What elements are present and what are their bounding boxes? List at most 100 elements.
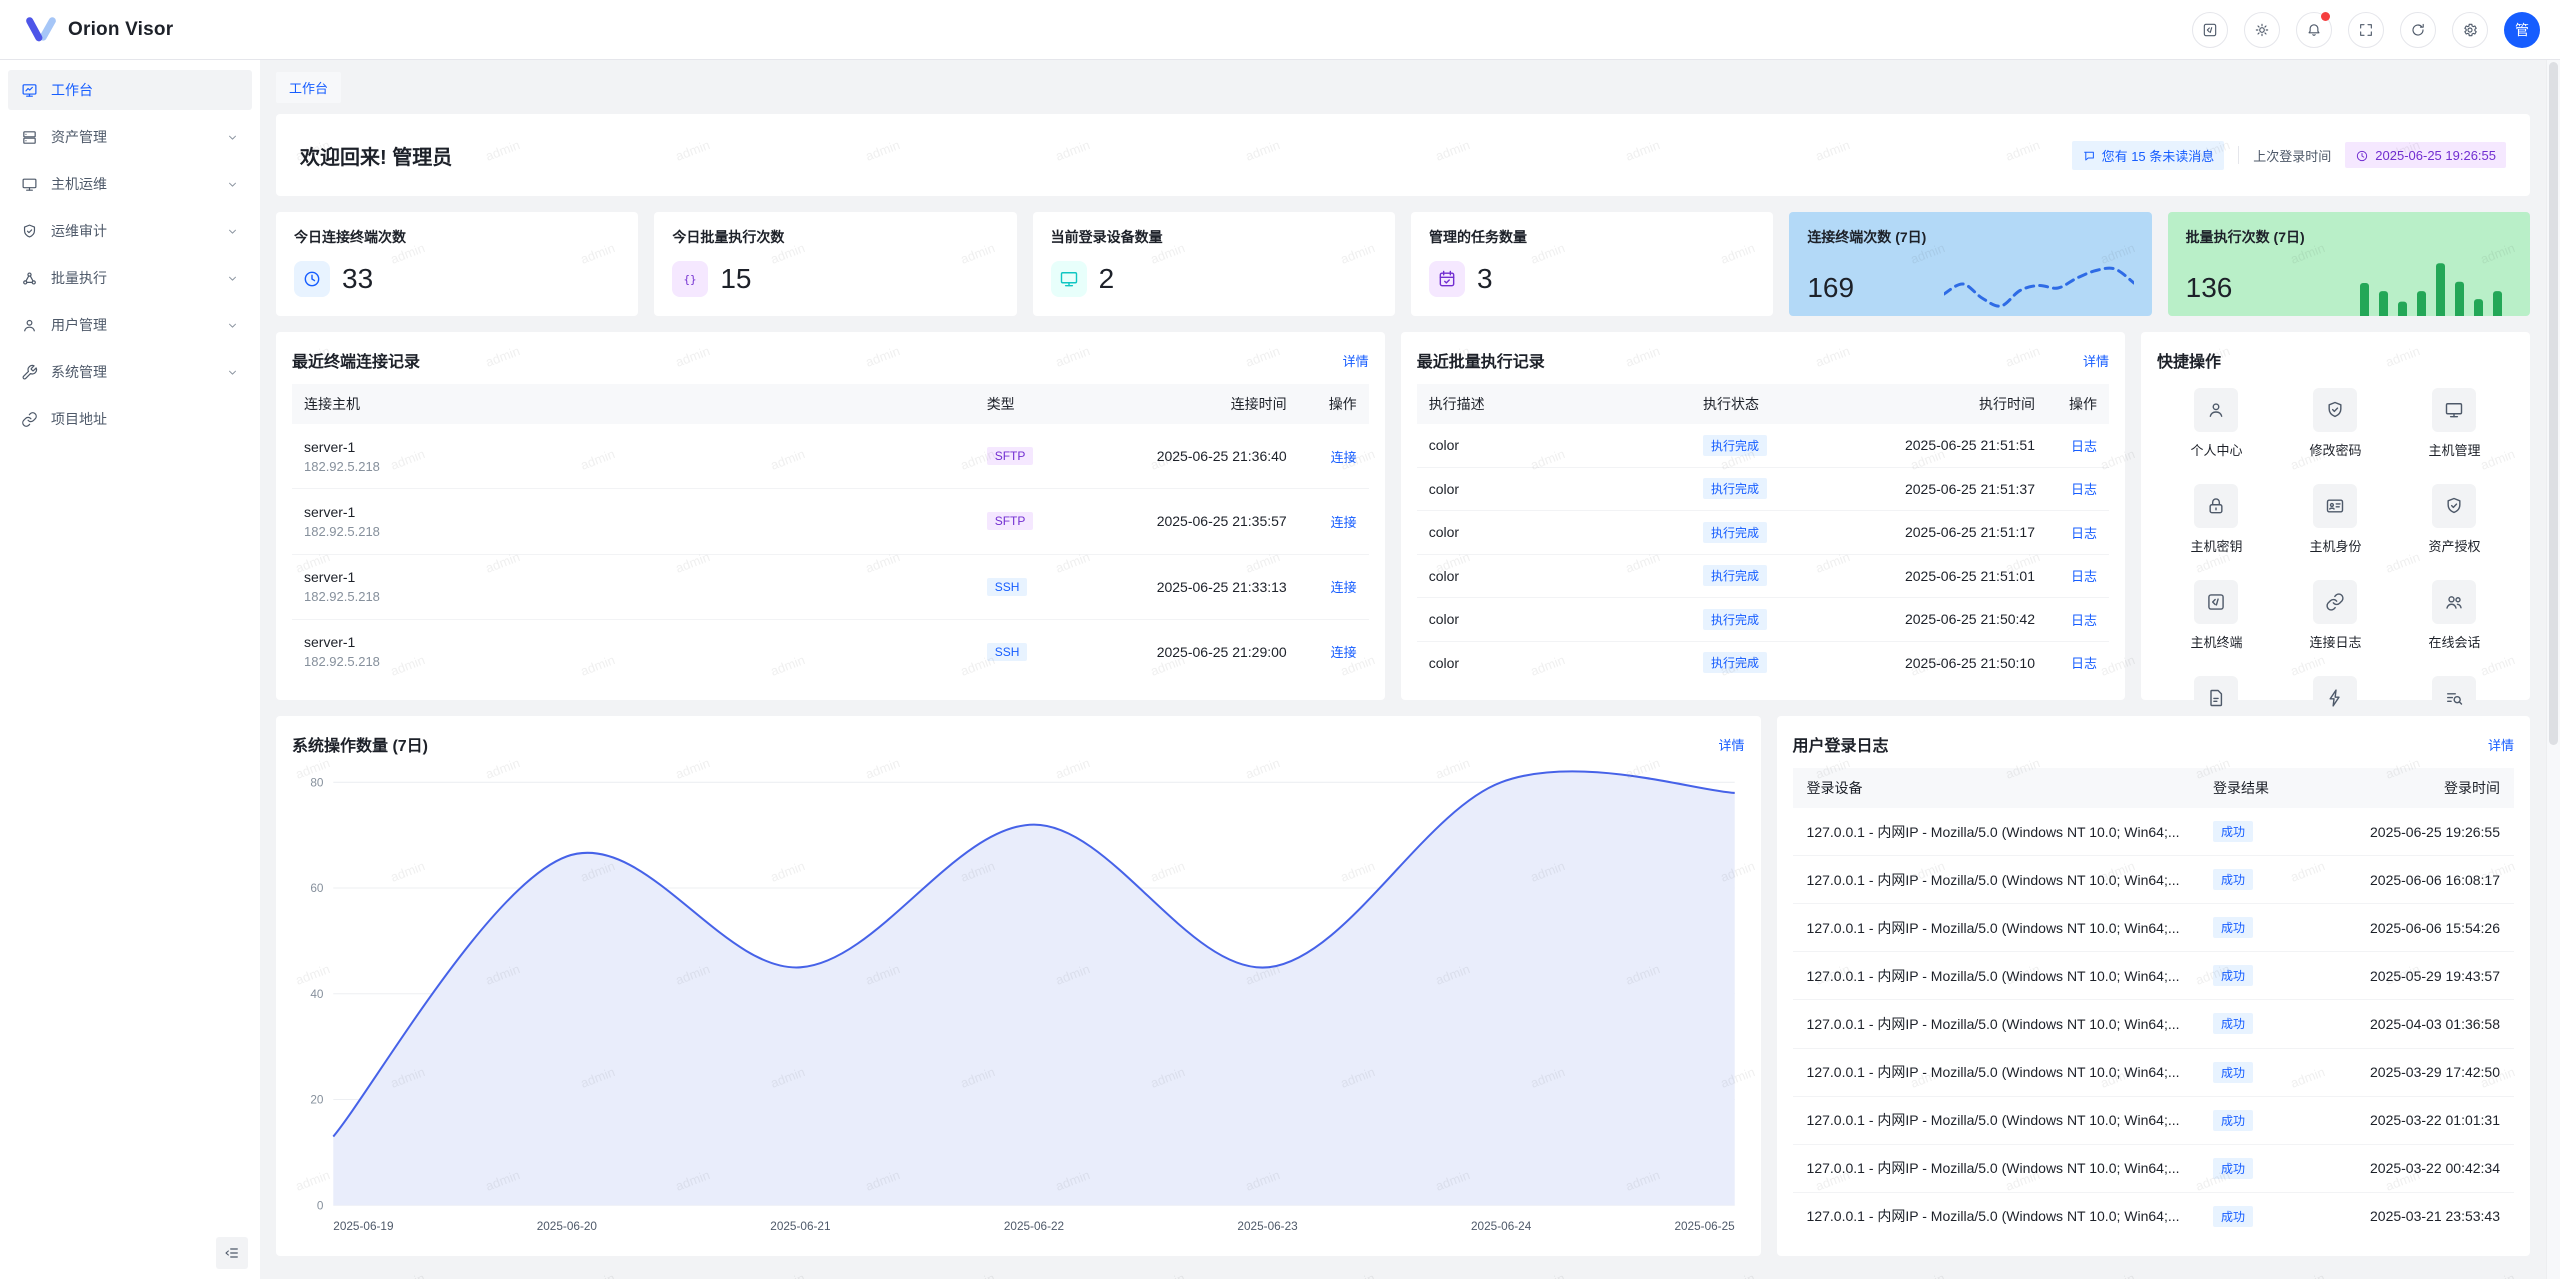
- quick-action-资产授权[interactable]: 资产授权: [2395, 484, 2514, 555]
- sidebar-item-system[interactable]: 系统管理: [8, 352, 252, 392]
- status-badge: 执行完成: [1703, 652, 1767, 673]
- login-row: 127.0.0.1 - 内网IP - Mozilla/5.0 (Windows …: [1793, 808, 2514, 856]
- message-icon: [2082, 147, 2096, 163]
- stat-label: 当前登录设备数量: [1051, 227, 1377, 247]
- user-icon: [21, 317, 38, 334]
- login-time: 2025-06-25 19:26:55: [2318, 824, 2500, 840]
- log-link[interactable]: 日志: [2071, 526, 2097, 541]
- quick-action-主机密钥[interactable]: 主机密钥: [2157, 484, 2276, 555]
- login-log-detail-link[interactable]: 详情: [2488, 735, 2514, 754]
- quick-action-主机身份[interactable]: 主机身份: [2276, 484, 2395, 555]
- login-time: 2025-04-03 01:36:58: [2318, 1016, 2500, 1032]
- watermark-text: admin: [1528, 1270, 1566, 1279]
- sidebar-item-batch-exec[interactable]: 批量执行: [8, 258, 252, 298]
- quick-actions-title: 快捷操作: [2157, 348, 2221, 372]
- fullscreen-button[interactable]: [2348, 12, 2384, 48]
- monitor-icon: [2444, 400, 2464, 420]
- connection-row: server-1 182.92.5.218 SSH 2025-06-25 21:…: [292, 555, 1369, 620]
- log-link[interactable]: 日志: [2071, 569, 2097, 584]
- notification-dot: [2321, 12, 2330, 21]
- sidebar-item-host-ops[interactable]: 主机运维: [8, 164, 252, 204]
- refresh-button[interactable]: [2400, 12, 2436, 48]
- recent-executions-title: 最近批量执行记录: [1417, 348, 1545, 372]
- user-avatar[interactable]: 管: [2504, 12, 2540, 48]
- quick-action-主机终端[interactable]: 主机终端: [2157, 580, 2276, 651]
- login-result-badge: 成功: [2213, 1013, 2253, 1034]
- quick-action-修改密码[interactable]: 修改密码: [2276, 388, 2395, 459]
- clock-icon: [2355, 149, 2369, 163]
- connect-link[interactable]: 连接: [1331, 580, 1357, 595]
- table-header: 执行描述执行状态 执行时间操作: [1417, 384, 2109, 424]
- execution-row: color 执行完成 2025-06-25 21:51:37 日志: [1417, 468, 2109, 512]
- sidebar: 工作台资产管理主机运维运维审计批量执行用户管理系统管理项目地址: [0, 60, 260, 1279]
- sun-icon: [2254, 22, 2270, 38]
- connect-link[interactable]: 连接: [1331, 645, 1357, 660]
- sidebar-collapse-button[interactable]: [216, 1237, 248, 1269]
- watermark-text: admin: [2288, 1270, 2326, 1279]
- login-row: 127.0.0.1 - 内网IP - Mozilla/5.0 (Windows …: [1793, 952, 2514, 1000]
- execution-row: color 执行完成 2025-06-25 21:50:42 日志: [1417, 598, 2109, 642]
- sidebar-item-label: 用户管理: [51, 315, 107, 335]
- connect-link[interactable]: 连接: [1331, 450, 1357, 465]
- sidebar-item-assets[interactable]: 资产管理: [8, 117, 252, 157]
- sidebar-item-label: 项目地址: [51, 409, 107, 429]
- last-login-time: 2025-06-25 19:26:55: [2375, 148, 2496, 163]
- chart-detail-link[interactable]: 详情: [1719, 735, 1745, 754]
- host-name: server-1: [304, 569, 987, 585]
- stats-row: 今日连接终端次数 33 今日批量执行次数 {} 15 当前登录设备数量 2 管理…: [276, 212, 2530, 316]
- login-row: 127.0.0.1 - 内网IP - Mozilla/5.0 (Windows …: [1793, 904, 2514, 952]
- log-link[interactable]: 日志: [2071, 439, 2097, 454]
- login-result-badge: 成功: [2213, 1158, 2253, 1179]
- quick-action-主机管理[interactable]: 主机管理: [2395, 388, 2514, 459]
- unread-messages-badge[interactable]: 您有 15 条未读消息: [2072, 141, 2225, 170]
- breadcrumb-item-workbench[interactable]: 工作台: [276, 72, 341, 103]
- scrollbar-thumb[interactable]: [2549, 62, 2558, 745]
- sidebar-item-workbench[interactable]: 工作台: [8, 70, 252, 110]
- connections-detail-link[interactable]: 详情: [1343, 351, 1369, 370]
- notifications-button[interactable]: [2296, 12, 2332, 48]
- quick-actions-grid: 个人中心 修改密码 主机管理 主机密钥 主机身份 资产授权 主机终端 连接日志 …: [2157, 388, 2514, 747]
- stat-card: 连接终端次数 (7日) 169: [1789, 212, 2151, 316]
- code-button[interactable]: [2192, 12, 2228, 48]
- sidebar-item-users[interactable]: 用户管理: [8, 305, 252, 345]
- quick-action-在线会话[interactable]: 在线会话: [2395, 580, 2514, 651]
- login-device: 127.0.0.1 - 内网IP - Mozilla/5.0 (Windows …: [1807, 822, 2213, 842]
- host-name: server-1: [304, 504, 987, 520]
- login-row: 127.0.0.1 - 内网IP - Mozilla/5.0 (Windows …: [1793, 856, 2514, 904]
- executions-detail-link[interactable]: 详情: [2083, 351, 2109, 370]
- execution-time: 2025-06-25 21:50:10: [1835, 655, 2035, 671]
- chevron-down-icon: [226, 225, 239, 238]
- login-result-badge: 成功: [2213, 965, 2253, 986]
- login-device: 127.0.0.1 - 内网IP - Mozilla/5.0 (Windows …: [1807, 1206, 2213, 1226]
- watermark-text: admin: [578, 60, 616, 61]
- quick-action-个人中心[interactable]: 个人中心: [2157, 388, 2276, 459]
- quick-action-label: 主机密钥: [2190, 536, 2242, 555]
- theme-button[interactable]: [2244, 12, 2280, 48]
- refresh-icon: [2410, 22, 2426, 38]
- bell-icon: [2306, 22, 2322, 38]
- stat-label: 管理的任务数量: [1429, 227, 1755, 247]
- log-link[interactable]: 日志: [2071, 482, 2097, 497]
- recent-connections-panel: 最近终端连接记录 详情 连接主机类型 连接时间操作 server-1 182.9…: [276, 332, 1385, 700]
- settings-button[interactable]: [2452, 12, 2488, 48]
- top-header: Orion Visor 管: [0, 0, 2560, 60]
- svg-text:2025-06-20: 2025-06-20: [537, 1219, 598, 1233]
- execution-desc: color: [1429, 611, 1703, 627]
- quick-action-连接日志[interactable]: 连接日志: [2276, 580, 2395, 651]
- stat-card: 今日批量执行次数 {} 15: [654, 212, 1016, 316]
- stat-label: 今日批量执行次数: [672, 227, 998, 247]
- connect-link[interactable]: 连接: [1331, 515, 1357, 530]
- content-area: 工作台 欢迎回来! 管理员 您有 15 条未读消息 上次登录时间 2025-06…: [260, 60, 2560, 1279]
- page-scrollbar[interactable]: [2546, 60, 2560, 1279]
- divider: [2238, 146, 2239, 164]
- login-time: 2025-05-29 19:43:57: [2318, 968, 2500, 984]
- status-badge: 执行完成: [1703, 565, 1767, 586]
- svg-text:{}: {}: [684, 273, 697, 286]
- fullscreen-icon: [2358, 22, 2374, 38]
- log-link[interactable]: 日志: [2071, 613, 2097, 628]
- stat-label: 连接终端次数 (7日): [1807, 227, 2133, 247]
- log-link[interactable]: 日志: [2071, 656, 2097, 671]
- sidebar-item-audit[interactable]: 运维审计: [8, 211, 252, 251]
- search-list-icon: [2444, 688, 2464, 708]
- sidebar-item-project-url[interactable]: 项目地址: [8, 399, 252, 439]
